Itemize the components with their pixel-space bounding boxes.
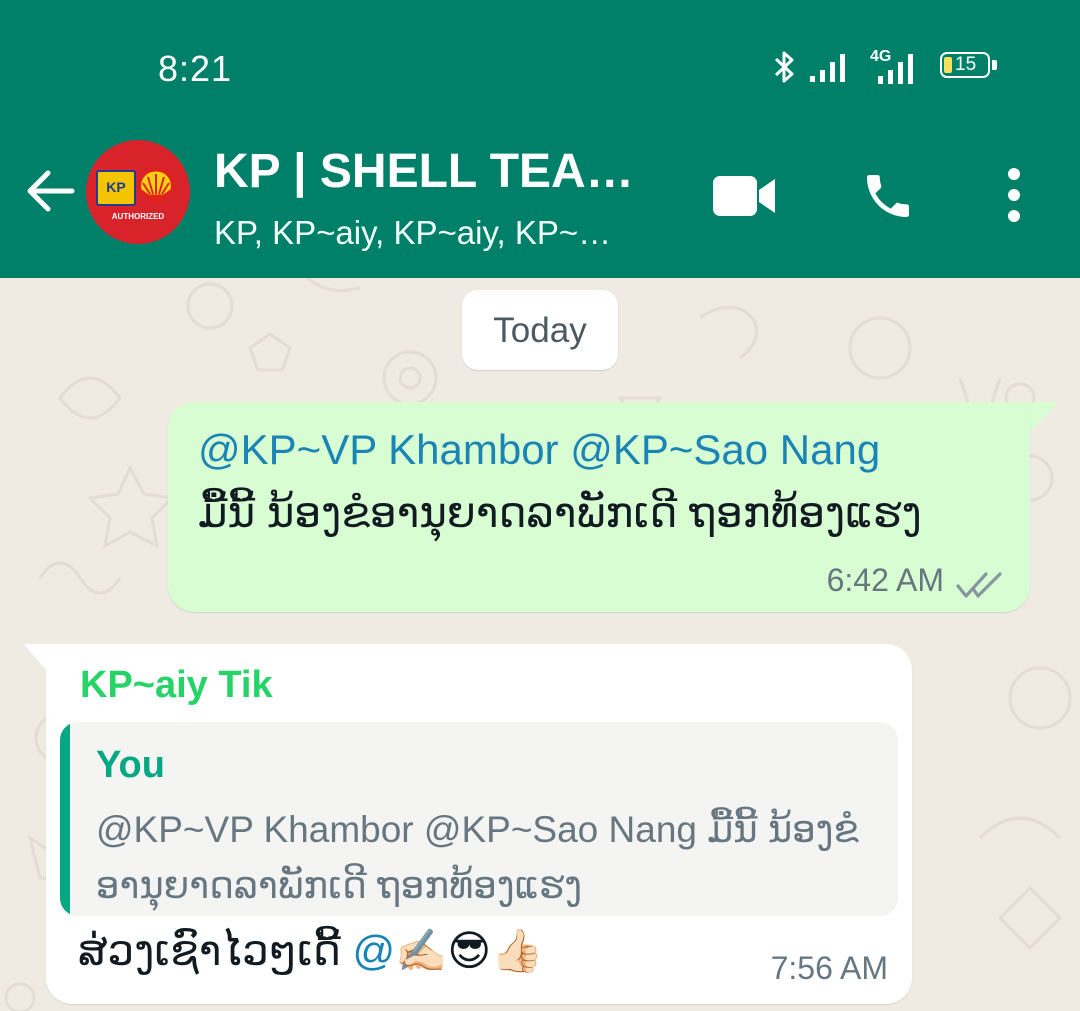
outgoing-message[interactable]: @KP~VP Khambor @KP~Sao Nang ມື້ນີ້ ນ້ອງຂ… bbox=[168, 402, 1030, 612]
message-emoji: ✍🏻😎👍🏻 bbox=[395, 927, 544, 974]
group-avatar[interactable]: KP AUTHORIZED bbox=[86, 140, 190, 244]
avatar-caption: AUTHORIZED bbox=[111, 212, 165, 221]
quoted-text: @KP~VP Khambor @KP~Sao Nang ມື້ນີ້ ນ້ອງຂ… bbox=[96, 809, 859, 906]
status-bar: 8:21 4G 15 bbox=[0, 0, 1080, 120]
message-text: ສ່ວງເຊົາໄວໆເດີ້ @✍🏻😎👍🏻 bbox=[78, 926, 544, 976]
incoming-message[interactable]: KP~aiy Tik You @KP~VP Khambor @KP~Sao Na… bbox=[46, 644, 912, 1004]
quoted-author: You bbox=[96, 744, 165, 786]
more-options-icon[interactable] bbox=[1000, 164, 1028, 226]
message-mention[interactable]: @ bbox=[352, 927, 395, 974]
video-call-icon[interactable] bbox=[713, 174, 777, 218]
bluetooth-icon bbox=[774, 51, 794, 83]
signal-4g-icon: 4G bbox=[866, 46, 926, 86]
back-arrow-icon[interactable] bbox=[22, 164, 76, 218]
chat-title[interactable]: KP | SHELL TEA… bbox=[214, 144, 634, 199]
shell-logo-icon bbox=[138, 168, 174, 202]
voice-call-icon[interactable] bbox=[860, 168, 916, 224]
status-icons: 4G 15 bbox=[772, 46, 1012, 86]
avatar-logo: KP bbox=[96, 170, 136, 206]
message-mentions[interactable]: @KP~VP Khambor @KP~Sao Nang bbox=[198, 426, 880, 474]
chat-participants[interactable]: KP, KP~aiy, KP~aiy, KP~… bbox=[214, 214, 611, 252]
quoted-message[interactable]: You @KP~VP Khambor @KP~Sao Nang ມື້ນີ້ ນ… bbox=[60, 722, 898, 916]
battery-icon: 15 bbox=[940, 52, 998, 82]
quote-accent-bar bbox=[60, 722, 70, 916]
message-text: ມື້ນີ້ ນ້ອງຂໍອານຸຍາດລາພັກເດີ ຖອກທ້ອງແຮງ bbox=[198, 489, 922, 536]
status-time: 8:21 bbox=[158, 48, 233, 89]
read-receipt-icon bbox=[956, 572, 1002, 598]
battery-level: 15 bbox=[955, 54, 977, 75]
sender-name[interactable]: KP~aiy Tik bbox=[80, 664, 273, 707]
message-time: 7:56 AM bbox=[770, 950, 888, 986]
signal-icon bbox=[810, 54, 845, 82]
message-time: 6:42 AM bbox=[826, 562, 944, 598]
message-body: ສ່ວງເຊົາໄວໆເດີ້ bbox=[78, 927, 353, 974]
chat-header: KP AUTHORIZED KP | SHELL TEA… KP, KP~aiy… bbox=[0, 120, 1080, 278]
date-separator: Today bbox=[462, 290, 618, 370]
chat-messages[interactable]: Today @KP~VP Khambor @KP~Sao Nang ມື້ນີ້… bbox=[0, 278, 1080, 1011]
